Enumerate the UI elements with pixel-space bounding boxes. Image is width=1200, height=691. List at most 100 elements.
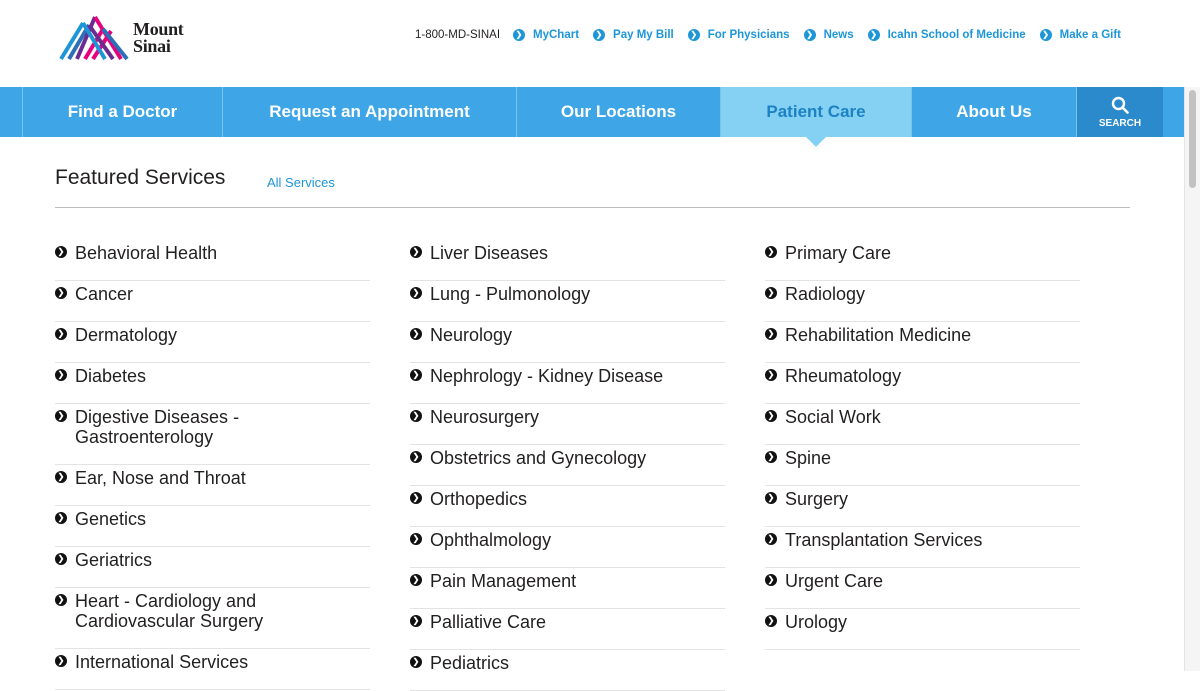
service-label: Urgent Care <box>785 571 884 591</box>
service-label: Dermatology <box>75 325 178 345</box>
chevron-right-circle-icon: ❯ <box>765 287 777 299</box>
utility-link-label: Icahn School of Medicine <box>887 29 1026 41</box>
chevron-right-circle-icon: ❯ <box>55 594 67 606</box>
chevron-right-circle-icon: ❯ <box>765 328 777 340</box>
utility-link-label: Make a Gift <box>1059 29 1121 41</box>
service-item[interactable]: ❯ Digestive Diseases - Gastroenterology <box>55 404 370 465</box>
chevron-right-circle-icon: ❯ <box>803 29 816 41</box>
chevron-right-circle-icon: ❯ <box>55 246 67 258</box>
chevron-right-circle-icon: ❯ <box>765 492 777 504</box>
service-item[interactable]: ❯ Ear, Nose and Throat <box>55 465 370 506</box>
service-label: Transplantation Services <box>785 530 983 550</box>
phone-number[interactable]: 1-800-MD-SINAI <box>415 29 500 41</box>
scrollbar-thumb[interactable] <box>1189 90 1196 188</box>
service-label: Lung - Pulmonology <box>430 284 591 304</box>
chevron-right-circle-icon: ❯ <box>867 29 880 41</box>
service-label: Primary Care <box>785 243 892 263</box>
chevron-right-circle-icon: ❯ <box>410 246 422 258</box>
chevron-right-circle-icon: ❯ <box>765 574 777 586</box>
service-item[interactable]: ❯ Nephrology - Kidney Disease <box>410 363 725 404</box>
main-nav: Find a Doctor Request an Appointment Our… <box>0 87 1185 147</box>
service-label: Pediatrics <box>430 653 510 673</box>
chevron-right-circle-icon: ❯ <box>513 29 526 41</box>
service-item[interactable]: ❯ International Services <box>55 649 370 690</box>
service-item[interactable]: ❯ Urgent Care <box>765 568 1080 609</box>
chevron-right-circle-icon: ❯ <box>765 369 777 381</box>
chevron-right-circle-icon: ❯ <box>765 410 777 422</box>
service-label: Ophthalmology <box>430 530 552 550</box>
service-item[interactable]: ❯ Liver Diseases <box>410 240 725 281</box>
service-item[interactable]: ❯ Diabetes <box>55 363 370 404</box>
service-item[interactable]: ❯ Pain Management <box>410 568 725 609</box>
service-item[interactable]: ❯ Geriatrics <box>55 547 370 588</box>
nav-about-us[interactable]: About Us <box>912 87 1077 137</box>
service-item[interactable]: ❯ Rehabilitation Medicine <box>765 322 1080 363</box>
service-label: Ear, Nose and Throat <box>75 468 246 488</box>
service-label: Radiology <box>785 284 866 304</box>
service-label: Obstetrics and Gynecology <box>430 448 647 468</box>
search-button[interactable]: SEARCH <box>1077 87 1163 137</box>
logo-text: Mount Sinai <box>133 20 184 56</box>
utility-link[interactable]: ❯ News <box>803 29 854 41</box>
service-item[interactable]: ❯ Radiology <box>765 281 1080 322</box>
service-item[interactable]: ❯ Urology <box>765 609 1080 650</box>
mount-sinai-logo[interactable]: Mount Sinai <box>59 14 209 62</box>
service-item[interactable]: ❯ Obstetrics and Gynecology <box>410 445 725 486</box>
services-column-3: ❯ Primary Care ❯ Radiology ❯ Rehabilitation M… <box>765 240 1080 650</box>
nav-our-locations[interactable]: Our Locations <box>517 87 721 137</box>
divider <box>55 207 1130 208</box>
utility-link[interactable]: ❯ Make a Gift <box>1039 29 1121 41</box>
service-label: Digestive Diseases - Gastroenterology <box>75 407 240 447</box>
service-item[interactable]: ❯ Cancer <box>55 281 370 322</box>
service-item[interactable]: ❯ Spine <box>765 445 1080 486</box>
services-column-1: ❯ Behavioral Health ❯ Cancer ❯ Dermatology ❯ Di… <box>55 240 370 690</box>
chevron-right-circle-icon: ❯ <box>765 533 777 545</box>
chevron-right-circle-icon: ❯ <box>55 553 67 565</box>
service-label: Palliative Care <box>430 612 547 632</box>
service-item[interactable]: ❯ Transplantation Services <box>765 527 1080 568</box>
service-item[interactable]: ❯ Ophthalmology <box>410 527 725 568</box>
services-column-2: ❯ Liver Diseases ❯ Lung - Pulmonology ❯ Neuro… <box>410 240 725 691</box>
service-item[interactable]: ❯ Surgery <box>765 486 1080 527</box>
service-label: Spine <box>785 448 832 468</box>
service-item[interactable]: ❯ Heart - Cardiology and Cardiovascular S… <box>55 588 370 649</box>
logo-line-2: Sinai <box>133 36 171 56</box>
utility-link[interactable]: ❯ MyChart <box>513 29 579 41</box>
utility-link[interactable]: ❯ Icahn School of Medicine <box>867 29 1026 41</box>
service-item[interactable]: ❯ Lung - Pulmonology <box>410 281 725 322</box>
service-label: Behavioral Health <box>75 243 218 263</box>
logo-mark-icon <box>59 15 129 61</box>
service-item[interactable]: ❯ Orthopedics <box>410 486 725 527</box>
nav-request-appointment[interactable]: Request an Appointment <box>223 87 517 137</box>
service-label: Neurology <box>430 325 513 345</box>
utility-link[interactable]: ❯ Pay My Bill <box>593 29 674 41</box>
service-item[interactable]: ❯ Behavioral Health <box>55 240 370 281</box>
nav-patient-care[interactable]: Patient Care <box>721 87 912 147</box>
service-item[interactable]: ❯ Primary Care <box>765 240 1080 281</box>
chevron-right-circle-icon: ❯ <box>410 492 422 504</box>
service-item[interactable]: ❯ Neurosurgery <box>410 404 725 445</box>
service-label: Surgery <box>785 489 849 509</box>
service-item[interactable]: ❯ Social Work <box>765 404 1080 445</box>
chevron-right-circle-icon: ❯ <box>55 328 67 340</box>
service-item[interactable]: ❯ Palliative Care <box>410 609 725 650</box>
nav-left-edge <box>0 87 23 137</box>
service-label: Geriatrics <box>75 550 153 570</box>
service-item[interactable]: ❯ Genetics <box>55 506 370 547</box>
service-item[interactable]: ❯ Rheumatology <box>765 363 1080 404</box>
utility-link[interactable]: ❯ For Physicians <box>687 29 790 41</box>
utility-link-label: News <box>823 29 854 41</box>
utility-link-label: MyChart <box>533 29 580 41</box>
utility-link-label: For Physicians <box>707 29 790 41</box>
all-services-link[interactable]: All Services <box>267 175 335 190</box>
chevron-right-circle-icon: ❯ <box>55 471 67 483</box>
service-label: Liver Diseases <box>430 243 549 263</box>
service-item[interactable]: ❯ Dermatology <box>55 322 370 363</box>
service-label: Orthopedics <box>430 489 528 509</box>
service-item[interactable]: ❯ Neurology <box>410 322 725 363</box>
chevron-right-circle-icon: ❯ <box>410 533 422 545</box>
chevron-right-circle-icon: ❯ <box>410 574 422 586</box>
nav-find-a-doctor[interactable]: Find a Doctor <box>23 87 223 137</box>
chevron-right-circle-icon: ❯ <box>410 656 422 668</box>
chevron-right-circle-icon: ❯ <box>410 328 422 340</box>
